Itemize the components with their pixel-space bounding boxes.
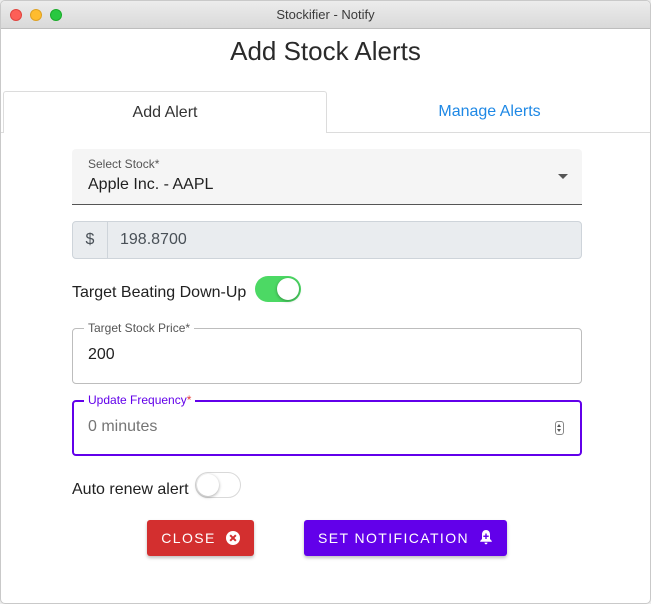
close-button-label: CLOSE (161, 530, 216, 546)
currency-prefix: $ (73, 222, 108, 258)
set-notification-button[interactable]: SET NOTIFICATION (304, 520, 507, 556)
select-stock-value: Apple Inc. - AAPL (88, 176, 214, 193)
tab-manage-alerts[interactable]: Manage Alerts (327, 91, 650, 133)
number-stepper-icon[interactable] (555, 421, 564, 435)
update-frequency-label-text: Update Frequency (88, 393, 187, 407)
tab-add-alert[interactable]: Add Alert (3, 91, 327, 133)
toggle-knob (277, 278, 299, 300)
toggle-knob (197, 474, 219, 496)
dialog-title: Add Stock Alerts (230, 36, 421, 66)
update-frequency-placeholder: 0 minutes (88, 418, 158, 435)
current-price-field: $ 198.8700 (72, 221, 582, 259)
tab-divider (1, 132, 3, 133)
bell-plus-icon (479, 529, 493, 548)
dropdown-arrow-icon[interactable] (558, 174, 568, 179)
required-mark: * (186, 393, 192, 407)
window-title: Stockifier - Notify (276, 7, 375, 22)
current-price-value: 198.8700 (120, 231, 187, 248)
target-price-value: 200 (88, 346, 115, 363)
target-direction-label: Target Beating Down-Up (72, 284, 247, 301)
auto-renew-label: Auto renew alert (72, 481, 189, 498)
target-direction-toggle[interactable] (255, 276, 301, 302)
select-stock-field[interactable]: Select Stock* Apple Inc. - AAPL (72, 149, 582, 205)
select-stock-label: Select Stock* (88, 157, 160, 171)
auto-renew-toggle[interactable] (195, 472, 241, 498)
update-frequency-field[interactable]: Update Frequency* 0 minutes (72, 393, 582, 456)
close-circle-icon (225, 531, 240, 545)
close-button[interactable]: CLOSE (147, 520, 254, 556)
update-frequency-label: Update Frequency* (84, 393, 196, 407)
title-bar: Stockifier - Notify (1, 1, 650, 29)
target-price-label: Target Stock Price* (84, 321, 195, 335)
app-window: Stockifier - Notify Add Stock Alerts Add… (0, 0, 651, 604)
set-notification-label: SET NOTIFICATION (318, 530, 469, 546)
target-price-field[interactable]: Target Stock Price* 200 (72, 321, 582, 384)
